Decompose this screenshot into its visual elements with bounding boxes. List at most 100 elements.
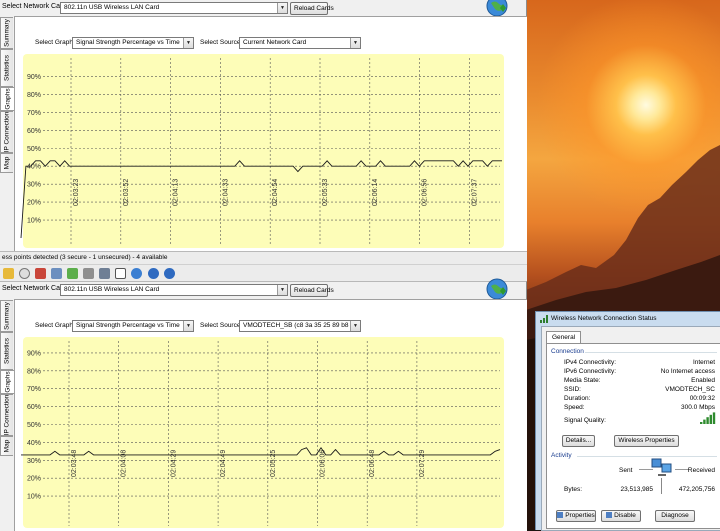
y-tick-label: 80% <box>27 92 41 99</box>
disable-button[interactable]: Disable <box>601 510 641 522</box>
x-tick-label: 02:04:49 <box>220 450 227 477</box>
reload-cards-button[interactable]: Reload Cards <box>290 2 334 15</box>
network-icon[interactable] <box>51 268 62 279</box>
vertical-tab-strip-bottom: Summary Statistics Graphs IP Connection … <box>0 299 14 531</box>
y-tick-label: 60% <box>27 128 41 135</box>
tab-statistics[interactable]: Statistics <box>0 49 13 87</box>
checklist-icon[interactable] <box>115 268 126 279</box>
globe-icon[interactable] <box>131 268 142 279</box>
chevron-down-icon: ▼ <box>350 38 360 48</box>
reload-cards-button[interactable]: Reload Cards <box>290 284 334 297</box>
select-source-label: Select Source <box>200 39 241 46</box>
select-source-value: Current Network Card <box>243 39 307 46</box>
chevron-down-icon: ▼ <box>277 3 287 13</box>
tab-label: Graphs <box>4 371 11 393</box>
tab-map[interactable]: Map <box>0 436 13 456</box>
chevron-down-icon: ▼ <box>277 285 287 295</box>
print-icon[interactable] <box>83 268 94 279</box>
y-tick-label: 60% <box>27 404 41 411</box>
tab-map[interactable]: Map <box>0 153 13 173</box>
select-source-value: VMODTECH_SB (c8 3a 35 25 89 b8 ) <box>243 322 353 329</box>
app-window-bottom: Select Network Card 802.11n USB Wireless… <box>0 278 527 531</box>
x-tick-label: 02:04:33 <box>222 179 229 206</box>
wireless-properties-button[interactable]: Wireless Properties <box>614 435 679 447</box>
x-tick-label: 02:07:37 <box>471 179 478 206</box>
toolbar <box>0 264 527 281</box>
divider <box>585 352 717 353</box>
signal-bar <box>709 414 712 424</box>
x-tick-label: 02:06:56 <box>422 179 429 206</box>
signal-quality-label: Signal Quality: <box>564 417 606 424</box>
x-tick-label: 02:04:54 <box>272 179 279 206</box>
tab-label: Statistics <box>3 337 11 365</box>
x-tick-label: 02:03:23 <box>73 179 80 206</box>
tab-label: Map <box>3 156 11 170</box>
received-label: Received <box>687 467 715 474</box>
divider <box>577 456 717 457</box>
divider <box>675 469 689 470</box>
y-tick-label: 20% <box>27 200 41 207</box>
general-panel: Connection IPv4 Connectivity: Internet I… <box>546 343 720 529</box>
x-tick-label: 02:05:33 <box>322 179 329 206</box>
ssid-value: VMODTECH_SC <box>665 386 715 393</box>
network-card-select[interactable]: 802.11n USB Wireless LAN Card ▼ <box>60 2 288 14</box>
y-tick-label: 90% <box>27 74 41 81</box>
refresh-icon[interactable] <box>67 268 78 279</box>
plot-background <box>23 54 504 248</box>
tab-ip-connection[interactable]: IP Connection <box>0 394 13 436</box>
signal-bar <box>712 412 716 424</box>
plot-background <box>23 337 504 528</box>
bytes-sent-value: 23,513,985 <box>620 486 653 493</box>
diagnose-button[interactable]: Diagnose <box>655 510 695 522</box>
properties-button[interactable]: Properties <box>556 510 596 522</box>
details-button[interactable]: Details... <box>562 435 595 447</box>
y-tick-label: 10% <box>27 218 41 225</box>
media-state-value: Enabled <box>691 377 715 384</box>
tab-label: Summary <box>3 19 11 47</box>
network-card-select[interactable]: 802.11n USB Wireless LAN Card ▼ <box>60 284 288 296</box>
help-icon[interactable] <box>164 268 175 279</box>
select-source-dropdown[interactable]: Current Network Card ▼ <box>239 37 361 49</box>
ssid-label: SSID: <box>564 386 581 393</box>
delete-icon[interactable] <box>35 268 46 279</box>
select-graph-value: Signal Strength Percentage vs Time <box>76 39 180 46</box>
select-graph-value: Signal Strength Percentage vs Time <box>76 322 180 329</box>
shield-icon <box>606 512 613 518</box>
open-folder-icon[interactable] <box>3 268 14 279</box>
tab-statistics[interactable]: Statistics <box>0 332 13 370</box>
tab-summary[interactable]: Summary <box>0 300 13 332</box>
signal-bar <box>703 419 706 424</box>
tab-label: Map <box>3 439 11 453</box>
select-graph-dropdown[interactable]: Signal Strength Percentage vs Time ▼ <box>72 320 194 332</box>
graph-panel-top: Select Graph Signal Strength Percentage … <box>14 16 527 251</box>
tab-graphs[interactable]: Graphs <box>0 87 14 111</box>
network-card-label: Select Network Card <box>2 3 67 10</box>
wireless-status-dialog: Wireless Network Connection Status Gener… <box>535 311 720 531</box>
globe-icon[interactable] <box>485 277 509 301</box>
app-window-top: Select Network Card 802.11n USB Wireless… <box>0 0 527 264</box>
signal-graph-top: 90% 80% 70% 60% 50% 40% 30% 20% 10% 02:03:23 02:03… <box>20 54 504 248</box>
duration-value: 00:09:32 <box>689 395 715 402</box>
y-tick-label: 40% <box>27 440 41 447</box>
tab-label: IP Connection <box>3 394 11 436</box>
x-tick-label: 02:04:29 <box>170 450 177 477</box>
chevron-down-icon: ▼ <box>183 38 193 48</box>
y-tick-label: 70% <box>27 110 41 117</box>
ipv6-label: IPv6 Connectivity: <box>564 368 617 375</box>
signal-graph-bottom: 90% 80% 70% 60% 50% 40% 30% 20% 10% 02:03:48 02:04… <box>21 337 504 528</box>
select-graph-dropdown[interactable]: Signal Strength Percentage vs Time ▼ <box>72 37 194 49</box>
info-icon[interactable] <box>148 268 159 279</box>
tab-ip-connection[interactable]: IP Connection <box>0 111 13 153</box>
select-source-label: Select Source <box>200 322 241 329</box>
tab-summary[interactable]: Summary <box>0 17 13 49</box>
speed-value: 300.0 Mbps <box>681 404 715 411</box>
duration-label: Duration: <box>564 395 591 402</box>
select-source-dropdown[interactable]: VMODTECH_SB (c8 3a 35 25 89 b8 ) ▼ <box>239 320 361 332</box>
y-tick-label: 20% <box>27 476 41 483</box>
bytes-received-value: 472,205,756 <box>678 486 715 493</box>
select-graph-label: Select Graph <box>35 322 73 329</box>
print-icon[interactable] <box>99 268 110 279</box>
tab-graphs[interactable]: Graphs <box>0 370 14 394</box>
gauge-icon[interactable] <box>19 268 30 279</box>
activity-group-label: Activity <box>551 452 572 459</box>
